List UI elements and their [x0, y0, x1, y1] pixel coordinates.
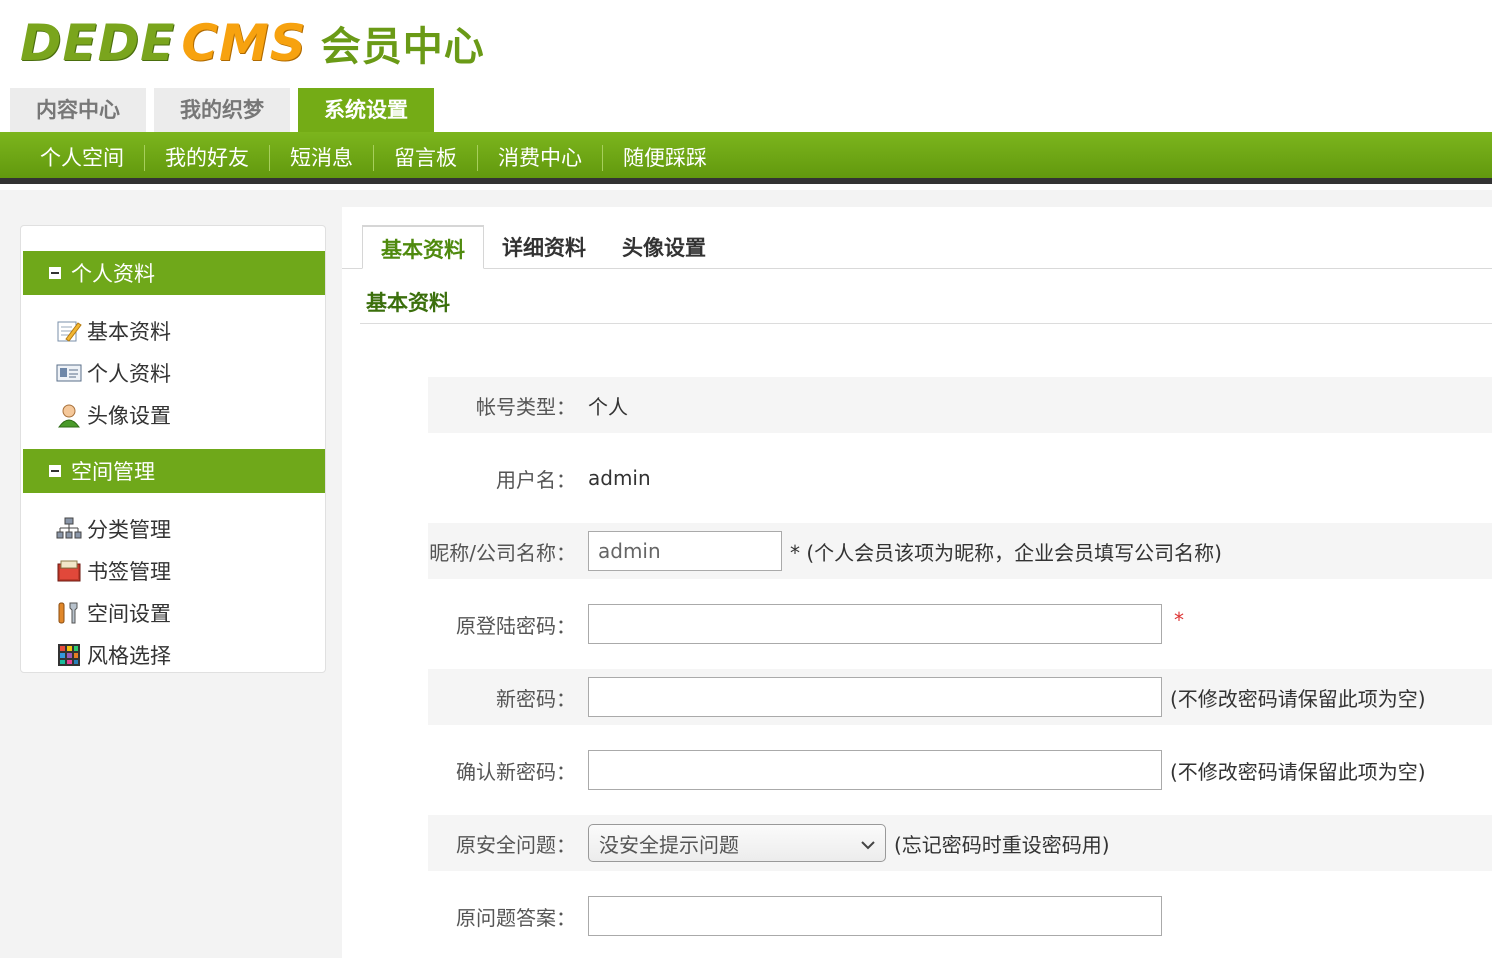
form-row-confirm-password: 确认新密码： (不修改密码请保留此项为空) — [428, 725, 1492, 815]
nav-consumption[interactable]: 消费中心 — [478, 145, 603, 171]
sidebar-group-label: 空间管理 — [71, 460, 155, 484]
logo-brand-a: DEDE — [20, 14, 176, 72]
header: DEDE CMS 会员中心 — [0, 0, 1492, 88]
palette-grid-icon — [55, 642, 83, 668]
security-question-hint: (忘记密码时重设密码用) — [894, 832, 1110, 857]
required-marker: * — [1174, 608, 1184, 632]
confirm-password-label: 确认新密码： — [456, 759, 576, 784]
confirm-password-input[interactable] — [588, 750, 1162, 790]
sidebar: 个人资料 基本资料 个人资料 头像设置 空间管理 分类管理 书签管理 空间设置 … — [20, 225, 326, 673]
old-password-label: 原登陆密码： — [456, 613, 576, 638]
nav-guestbook[interactable]: 留言板 — [374, 145, 478, 171]
sidebar-item-label: 头像设置 — [87, 404, 171, 428]
nav-friends[interactable]: 我的好友 — [145, 145, 270, 171]
section-title: 基本资料 — [366, 291, 450, 315]
form-row-answer: 原问题答案： — [428, 871, 1492, 961]
id-card-icon — [55, 360, 83, 386]
sidebar-item-categories[interactable]: 分类管理 — [55, 508, 171, 550]
answer-label: 原问题答案： — [456, 905, 576, 930]
main-nav: 个人空间 我的好友 短消息 留言板 消费中心 随便踩踩 — [0, 132, 1492, 184]
sidebar-item-basic-info[interactable]: 基本资料 — [55, 310, 171, 352]
new-password-input[interactable] — [588, 677, 1162, 717]
account-type-value: 个人 — [588, 394, 628, 419]
nickname-hint: * (个人会员该项为昵称，企业会员填写公司名称) — [790, 540, 1222, 565]
edit-note-icon — [55, 318, 83, 344]
collapse-icon — [49, 465, 61, 477]
form-row-security-question: 原安全问题： 没安全提示问题 (忘记密码时重设密码用) — [428, 815, 1492, 871]
collapse-icon — [49, 267, 61, 279]
tab-system-settings[interactable]: 系统设置 — [298, 88, 434, 132]
username-label: 用户名： — [496, 467, 576, 492]
nav-random-visit[interactable]: 随便踩踩 — [603, 145, 727, 171]
sidebar-item-label: 基本资料 — [87, 320, 171, 344]
nav-personal-space[interactable]: 个人空间 — [20, 145, 145, 171]
section-divider — [360, 323, 1492, 324]
tab-basic-info[interactable]: 基本资料 — [362, 225, 484, 269]
sidebar-item-style-select[interactable]: 风格选择 — [55, 634, 171, 676]
tab-my-dede[interactable]: 我的织梦 — [154, 88, 290, 132]
sidebar-group-space[interactable]: 空间管理 — [23, 449, 325, 493]
security-question-value: 没安全提示问题 — [599, 832, 739, 857]
nav-messages[interactable]: 短消息 — [270, 145, 374, 171]
profile-form: 帐号类型： 个人 用户名： admin 昵称/公司名称： admin * (个人… — [428, 377, 1492, 961]
category-tree-icon — [55, 516, 83, 542]
tab-avatar-settings[interactable]: 头像设置 — [604, 225, 724, 269]
security-question-label: 原安全问题： — [456, 832, 576, 857]
logo-brand-b: CMS — [181, 14, 307, 72]
site-logo[interactable]: DEDE CMS 会员中心 — [20, 10, 485, 76]
form-row-nickname: 昵称/公司名称： admin * (个人会员该项为昵称，企业会员填写公司名称) — [428, 523, 1492, 579]
tools-icon — [55, 600, 83, 626]
chevron-down-icon — [861, 831, 875, 855]
sidebar-item-label: 书签管理 — [87, 560, 171, 584]
sidebar-item-label: 风格选择 — [87, 644, 171, 668]
user-avatar-icon — [55, 402, 83, 428]
sidebar-item-bookmarks[interactable]: 书签管理 — [55, 550, 171, 592]
nickname-input[interactable]: admin — [588, 531, 782, 571]
sidebar-item-space-settings[interactable]: 空间设置 — [55, 592, 171, 634]
main-panel: 基本资料 详细资料 头像设置 基本资料 帐号类型： 个人 用户名： admin … — [342, 207, 1492, 958]
new-password-label: 新密码： — [496, 686, 576, 711]
nickname-label: 昵称/公司名称： — [429, 540, 576, 565]
profile-tabs: 基本资料 详细资料 头像设置 — [362, 225, 724, 269]
confirm-password-hint: (不修改密码请保留此项为空) — [1170, 759, 1426, 784]
sidebar-item-label: 空间设置 — [87, 602, 171, 626]
form-row-username: 用户名： admin — [428, 433, 1492, 523]
username-value: admin — [588, 466, 651, 490]
sidebar-item-personal-info[interactable]: 个人资料 — [55, 352, 171, 394]
logo-subtitle: 会员中心 — [320, 24, 485, 70]
new-password-hint: (不修改密码请保留此项为空) — [1170, 686, 1426, 711]
top-tabs: 内容中心 我的织梦 系统设置 — [10, 88, 434, 132]
tab-content-center[interactable]: 内容中心 — [10, 88, 146, 132]
bookmark-folder-icon — [55, 558, 83, 584]
tab-detailed-info[interactable]: 详细资料 — [484, 225, 604, 269]
form-row-old-password: 原登陆密码： * — [428, 579, 1492, 669]
old-password-input[interactable] — [588, 604, 1162, 644]
sidebar-group-profile[interactable]: 个人资料 — [23, 251, 325, 295]
form-row-new-password: 新密码： (不修改密码请保留此项为空) — [428, 669, 1492, 725]
form-row-account-type: 帐号类型： 个人 — [428, 377, 1492, 433]
sidebar-item-label: 个人资料 — [87, 362, 171, 386]
sidebar-item-label: 分类管理 — [87, 518, 171, 542]
answer-input[interactable] — [588, 896, 1162, 936]
sidebar-item-avatar[interactable]: 头像设置 — [55, 394, 171, 436]
account-type-label: 帐号类型： — [476, 394, 576, 419]
security-question-select[interactable]: 没安全提示问题 — [588, 824, 886, 862]
sidebar-group-label: 个人资料 — [71, 262, 155, 286]
